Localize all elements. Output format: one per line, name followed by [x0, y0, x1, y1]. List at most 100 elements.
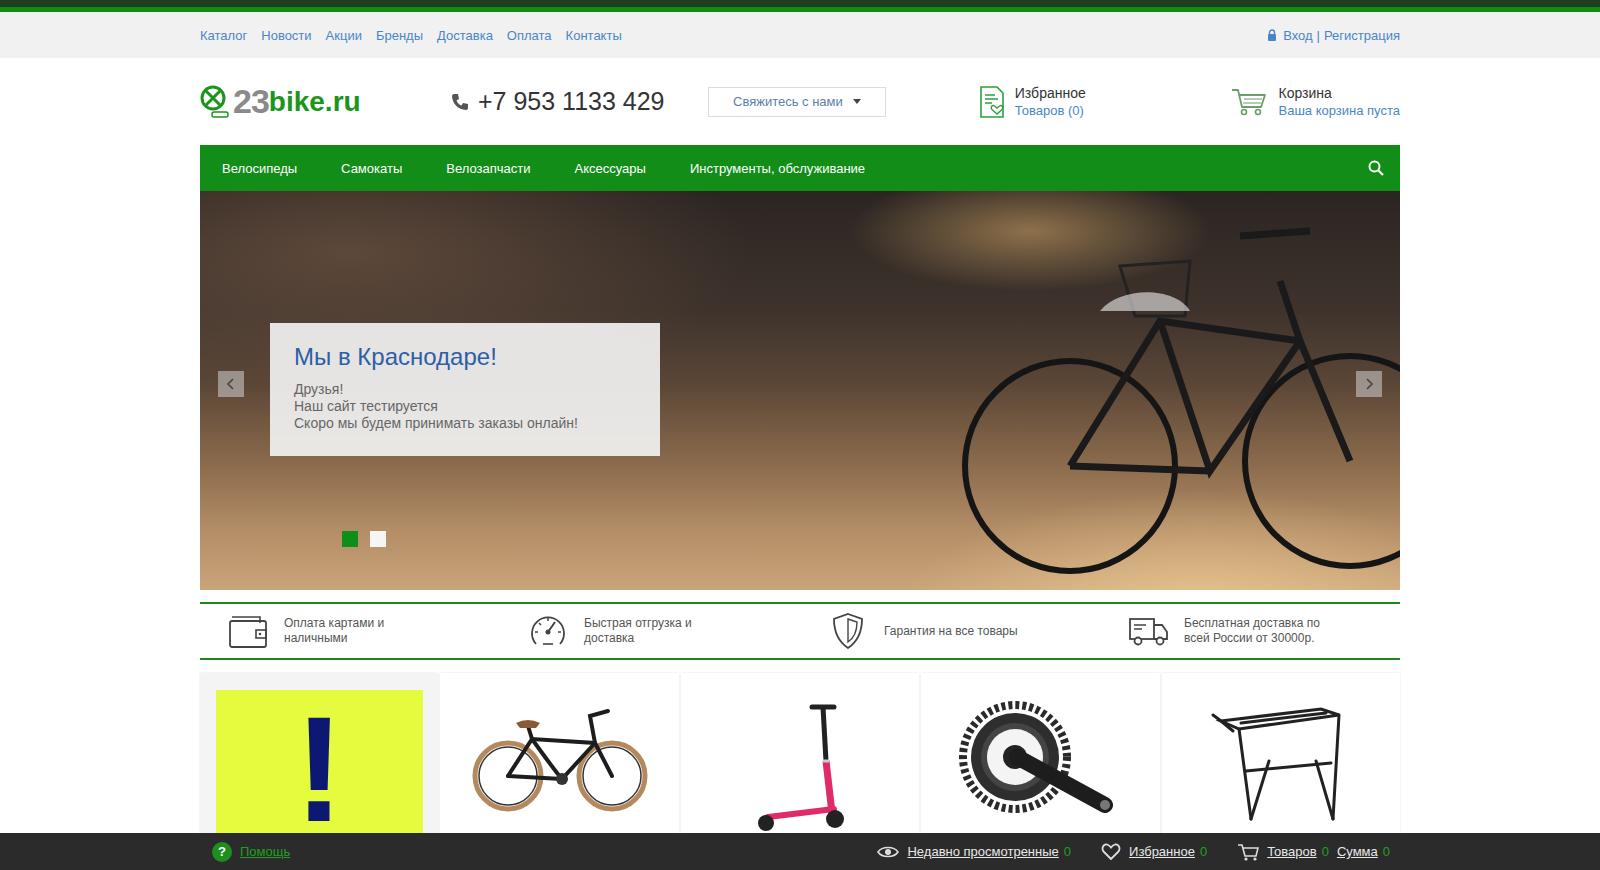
menu-item[interactable]: Аксессуары [553, 147, 668, 190]
top-link[interactable]: Контакты [566, 28, 622, 43]
cart-title: Корзина [1279, 85, 1401, 101]
menu-item[interactable]: Самокаты [319, 147, 424, 190]
recent-count: 0 [1064, 844, 1071, 859]
slide-line: Скоро мы будем принимать заказы онлайн! [294, 415, 636, 432]
phone-icon [450, 92, 470, 112]
rack-image [1211, 701, 1351, 826]
menu-item[interactable]: Велозапчасти [424, 147, 552, 190]
top-stripe [0, 0, 1600, 12]
cart-status: Ваша корзина пуста [1279, 103, 1401, 118]
cart-small-icon [1237, 843, 1259, 861]
slide-title: Мы в Краснодаре! [294, 343, 636, 371]
bottom-bar: ?ПомощьНедавно просмотренные0Избранное0Т… [0, 833, 1600, 870]
logo-number: 23 [233, 82, 269, 121]
bicycle-image [470, 701, 650, 816]
favorites-count: 0 [1200, 844, 1207, 859]
search-icon[interactable] [1368, 160, 1384, 176]
favorites-label: Избранное [1129, 844, 1195, 859]
top-link[interactable]: Оплата [507, 28, 552, 43]
shield-icon [828, 611, 870, 651]
main-menu: ВелосипедыСамокатыВелозапчастиАксессуары… [200, 145, 1400, 191]
feature-text: Бесплатная доставка повсей России от 300… [1184, 616, 1320, 646]
bottom-favorites[interactable]: Избранное 0 [1101, 843, 1207, 861]
slider-dot[interactable] [342, 531, 358, 547]
feature-text: Оплата картами иналичными [284, 616, 384, 646]
crankset-image [955, 701, 1125, 819]
speedometer-icon [528, 611, 570, 651]
bottom-bar-inner: ?ПомощьНедавно просмотренные0Избранное0Т… [200, 842, 1400, 862]
phone: +7 953 1133 429 [450, 87, 708, 116]
feature-line: доставка [584, 631, 692, 646]
menu-item[interactable]: Велосипеды [200, 147, 319, 190]
feature-text: Гарантия на все товары [884, 624, 1018, 639]
caret-icon [853, 99, 861, 104]
prev-slide-button[interactable] [218, 371, 244, 397]
items-count: 0 [1322, 844, 1329, 859]
separator: | [1317, 28, 1320, 43]
favorites-icon [978, 86, 1006, 118]
feature-text: Быстрая отгрузка идоставка [584, 616, 692, 646]
top-link[interactable]: Доставка [437, 28, 493, 43]
header-favorites[interactable]: Избранное Товаров (0) [978, 85, 1086, 118]
header: 23bike.ru +7 953 1133 429 Свяжитесь с нами… [0, 58, 1600, 145]
cart-icon [1231, 87, 1267, 117]
top-link[interactable]: Бренды [376, 28, 423, 43]
top-link[interactable]: Акции [326, 28, 362, 43]
recent-label: Недавно просмотренные [907, 844, 1058, 859]
bottom-cart[interactable]: Товаров 0 Сумма 0 [1237, 843, 1390, 861]
feature-line: Гарантия на все товары [884, 624, 1018, 639]
slide-caption: Мы в Краснодаре! Друзья!Наш сайт тестируе… [270, 323, 660, 456]
slide-line: Друзья! [294, 381, 636, 398]
contact-dropdown[interactable]: Свяжитесь с нами [708, 87, 886, 117]
favorites-count: Товаров (0) [1015, 103, 1086, 118]
slide-line: Наш сайт тестируется [294, 398, 636, 415]
help-icon: ? [212, 842, 232, 862]
auth-links: Вход | Регистрация [1267, 28, 1400, 43]
slider-dots [342, 531, 386, 547]
top-nav: Каталог Новости Акции Бренды Доставка Оплата К… [0, 12, 1600, 58]
scooter-image [750, 701, 850, 836]
features: Оплата картами иналичными Быстрая отгрузк… [200, 602, 1400, 660]
feature: Бесплатная доставка повсей России от 300… [1100, 604, 1400, 658]
register-link[interactable]: Регистрация [1324, 28, 1400, 43]
header-inner: 23bike.ru +7 953 1133 429 Свяжитесь с нами… [200, 58, 1400, 145]
feature-line: всей России от 30000р. [1184, 631, 1320, 646]
top-link[interactable]: Новости [261, 28, 311, 43]
sum-count: 0 [1383, 844, 1390, 859]
feature-line: Оплата картами и [284, 616, 384, 631]
top-link[interactable]: Каталог [200, 28, 247, 43]
sum-label: Сумма [1337, 844, 1378, 859]
logo[interactable]: 23bike.ru [200, 82, 450, 121]
items-label: Товаров [1267, 844, 1317, 859]
eye-icon [877, 845, 899, 859]
top-nav-inner: Каталог Новости Акции Бренды Доставка Оплата К… [200, 28, 1400, 43]
feature-line: Быстрая отгрузка и [584, 616, 692, 631]
chevron-left-icon [226, 378, 236, 390]
feature-line: наличными [284, 631, 384, 646]
slider: Мы в Краснодаре! Друзья!Наш сайт тестируе… [200, 191, 1400, 590]
favorites-title: Избранное [1015, 85, 1086, 101]
feature: Быстрая отгрузка идоставка [500, 604, 800, 658]
top-links: Каталог Новости Акции Бренды Доставка Оплата К… [200, 28, 622, 43]
login-link[interactable]: Вход [1283, 28, 1312, 43]
recent-viewed[interactable]: Недавно просмотренные 0 [877, 844, 1071, 859]
heart-icon [1101, 843, 1121, 861]
contact-label: Свяжитесь с нами [733, 94, 843, 109]
header-cart[interactable]: Корзина Ваша корзина пуста [1231, 85, 1401, 118]
help-label: Помощь [240, 844, 290, 859]
feature-line: Бесплатная доставка по [1184, 616, 1320, 631]
bottom-actions: Недавно просмотренные 0 Избранное 0 Товаров 0… [877, 843, 1390, 861]
menu-item[interactable]: Инструменты, обслуживание [668, 147, 887, 190]
chevron-right-icon [1364, 378, 1374, 390]
wallet-icon [228, 611, 270, 651]
phone-number[interactable]: +7 953 1133 429 [478, 87, 665, 116]
feature: Оплата картами иналичными [200, 604, 500, 658]
feature: Гарантия на все товары [800, 604, 1100, 658]
next-slide-button[interactable] [1356, 371, 1382, 397]
truck-icon [1128, 611, 1170, 651]
lock-icon [1267, 29, 1277, 41]
help-link[interactable]: ? Помощь [212, 842, 290, 862]
favorites-text: Избранное Товаров (0) [1015, 85, 1086, 118]
logo-name: bike.ru [269, 86, 361, 118]
slider-dot[interactable] [370, 531, 386, 547]
